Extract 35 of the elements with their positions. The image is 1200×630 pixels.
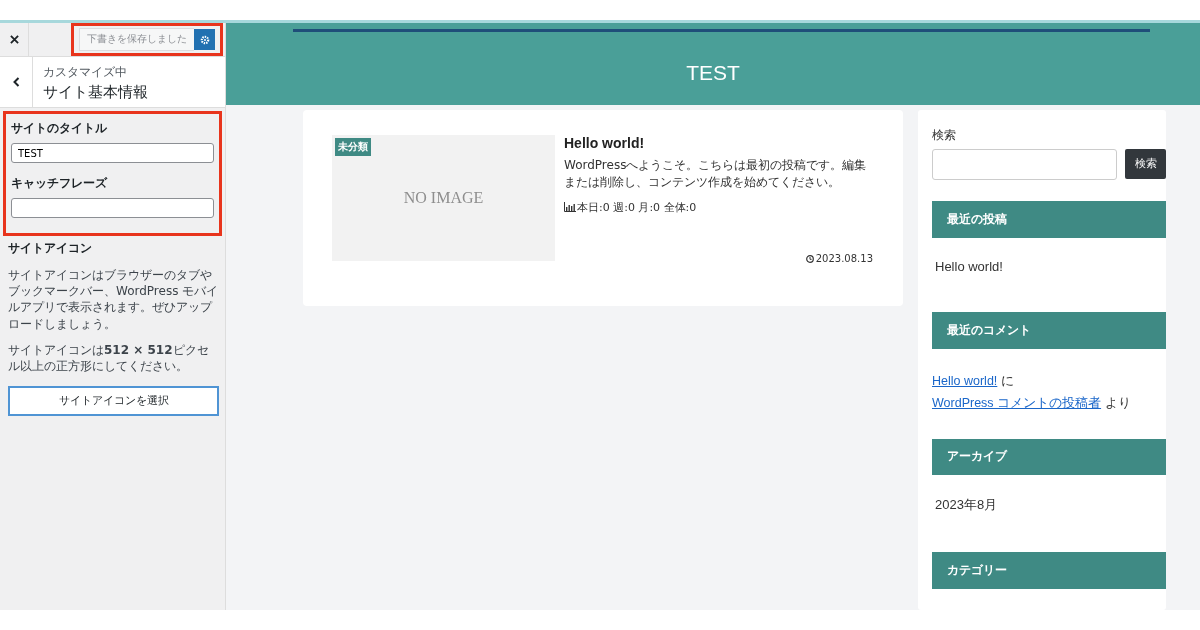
select-icon-button[interactable]: サイトアイコンを選択 xyxy=(8,386,219,417)
widget-title: カテゴリー xyxy=(932,552,1166,589)
description: サイトアイコンは512 × 512ピクセル以上の正方形にしてください。 xyxy=(8,341,210,375)
section-title: サイト基本情報 xyxy=(43,83,148,102)
input-field[interactable] xyxy=(11,198,214,218)
widget-link[interactable]: Hello world! xyxy=(932,258,1166,274)
search-button[interactable]: 検索 xyxy=(1125,149,1166,179)
post-date: 2023.08.13 xyxy=(815,253,873,264)
input-field[interactable]: TEST xyxy=(11,143,214,163)
widget-title: 最近の投稿 xyxy=(932,201,1166,238)
field-label: サイトのタイトル xyxy=(11,120,108,137)
category-tag[interactable]: 未分類 xyxy=(335,138,371,156)
post-link[interactable]: Hello world! xyxy=(932,373,998,388)
breadcrumb: カスタマイズ中 xyxy=(43,65,128,80)
view-stats: 本日:0 週:0 月:0 全体:0 xyxy=(577,199,697,215)
widget-title: アーカイブ xyxy=(932,438,1166,476)
description: サイトアイコンはブラウザーのタブやブックマークバー、WordPress モバイルアプリで表示されます。ぜひアップロードしましょう。 xyxy=(8,267,219,332)
recent-comment: Hello world! に WordPress コメントの投稿者 より xyxy=(932,372,1132,412)
back-icon xyxy=(12,77,20,87)
field-label: キャッチフレーズ xyxy=(11,175,109,192)
save-status: 下書きを保存しました xyxy=(79,28,194,51)
post-excerpt: WordPressへようこそ。こちらは最初の投稿です。編集または削除し、コンテンツ作成を始めてください。 xyxy=(564,157,868,191)
clock-icon xyxy=(805,254,814,263)
no-image-text: NO IMAGE xyxy=(403,189,484,207)
section-heading: サイトアイコン xyxy=(8,240,93,257)
search-label: 検索 xyxy=(932,127,957,144)
close-icon xyxy=(9,35,19,44)
post-title[interactable]: Hello world! xyxy=(564,135,873,151)
bar-chart-icon xyxy=(564,202,576,213)
search-field[interactable] xyxy=(932,149,1117,180)
widget-title: 最近のコメント xyxy=(932,311,1166,349)
settings-icon xyxy=(199,34,210,45)
author-link[interactable]: WordPress コメントの投稿者 xyxy=(932,396,1102,410)
widget-link[interactable]: 2023年8月 xyxy=(932,496,1166,515)
settings-button[interactable] xyxy=(194,29,215,50)
